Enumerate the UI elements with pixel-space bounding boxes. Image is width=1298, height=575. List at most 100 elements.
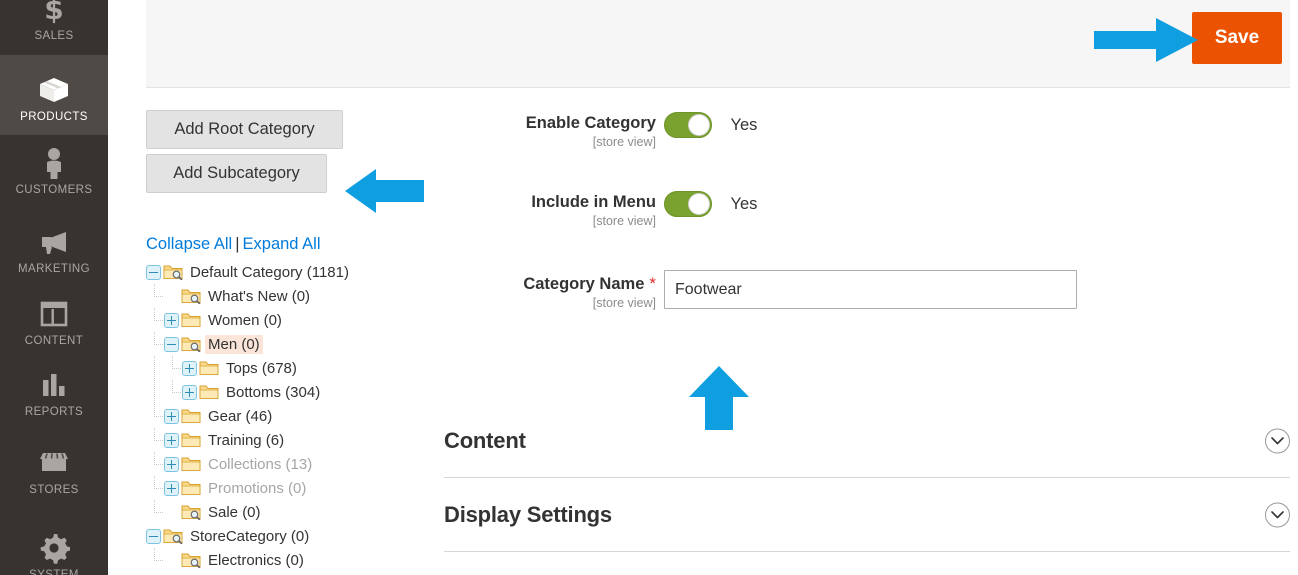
folder-icon [181,408,201,424]
tree-collapse-icon[interactable] [164,336,179,352]
field-label-wrap: Include in Menu [store view] [444,189,664,228]
sidebar-item-stores[interactable]: STORES [0,438,108,500]
folder-icon [181,456,201,472]
sidebar-item-customers[interactable]: CUSTOMERS [0,138,108,208]
folder-icon [199,384,219,400]
collapsible-sections: Content Display Settings Search Engine Opt… [444,404,1290,575]
gear-icon [38,531,70,565]
tree-node[interactable]: Sale (0) [146,500,446,524]
tree-node-label[interactable]: Training (6) [205,431,287,450]
sidebar-item-system[interactable]: SYSTEM [0,525,108,575]
tree-indent-guide [146,380,164,404]
field-control: Yes [664,189,1290,217]
tree-node[interactable]: Gear (46) [146,404,446,428]
section-header[interactable]: Search Engine Optimization [444,552,1290,575]
tree-node[interactable]: Collections (13) [146,452,446,476]
storefront-icon [38,446,70,480]
expand-all-link[interactable]: Expand All [243,235,321,253]
tree-expand-icon[interactable] [182,384,197,400]
tree-node-label[interactable]: Electronics (0) [205,551,307,570]
tree-node[interactable]: Women (0) [146,308,446,332]
section-header[interactable]: Display Settings [444,478,1290,552]
sidebar-item-products[interactable]: PRODUCTS [0,55,108,135]
tree-node-label[interactable]: Promotions (0) [205,479,309,498]
tree-collapse-icon[interactable] [146,264,161,280]
sidebar-item-content[interactable]: CONTENT [0,287,108,353]
tree-node[interactable]: Men (0) [146,332,446,356]
tree-indent-guide [146,356,164,380]
field-label-wrap: Enable Category [store view] [444,110,664,149]
sidebar-item-marketing[interactable]: MARKETING [0,215,108,281]
chevron-down-icon[interactable] [1265,502,1290,527]
tree-node[interactable]: StoreCategory (0) [146,524,446,548]
tree-indent-guide [146,476,164,500]
field-category-name: Category Name * [store view] [444,268,1290,310]
tree-node-label[interactable]: Gear (46) [205,407,275,426]
folder-icon [199,360,219,376]
field-label: Category Name [523,275,645,293]
tree-node-label[interactable]: Default Category (1181) [187,263,352,282]
tree-node[interactable]: Promotions (0) [146,476,446,500]
tree-node-label[interactable]: Collections (13) [205,455,315,474]
toggle-knob [688,114,710,136]
tree-indent-guide [146,308,164,332]
field-label: Include in Menu [531,193,656,211]
section-header[interactable]: Content [444,404,1290,478]
tree-indent-guide [146,404,164,428]
sidebar-item-label: CUSTOMERS [15,184,93,196]
sidebar-item-label: SALES [34,30,74,42]
add-root-category-button[interactable]: Add Root Category [146,110,343,149]
tree-expand-icon[interactable] [182,360,197,376]
field-scope: [store view] [592,296,656,310]
main-content: Save Add Root Category Add Subcategory C… [108,0,1298,575]
tree-expand-icon[interactable] [164,312,179,328]
person-icon [41,146,67,180]
tree-expand-icon[interactable] [164,456,179,472]
page-actions-bar: Save [146,0,1290,88]
tree-node[interactable]: Electronics (0) [146,548,446,572]
include-in-menu-toggle[interactable] [664,191,712,217]
tree-node[interactable]: Default Category (1181) [146,260,446,284]
enable-category-toggle[interactable] [664,112,712,138]
tree-expand-icon[interactable] [164,432,179,448]
tree-node[interactable]: What's New (0) [146,284,446,308]
chevron-down-icon[interactable] [1265,428,1290,453]
sidebar-item-label: CONTENT [24,335,84,347]
tree-node[interactable]: Bottoms (304) [146,380,446,404]
tree-toggle-spacer [164,289,181,304]
tree-expand-icon[interactable] [164,480,179,496]
tree-node-label[interactable]: Tops (678) [223,359,300,378]
tree-node-label[interactable]: Bottoms (304) [223,383,323,402]
tree-toggle-links: Collapse All | Expand All [146,235,446,254]
sidebar-item-reports[interactable]: REPORTS [0,360,108,422]
box-icon [37,73,71,107]
tree-node-label[interactable]: Men (0) [205,334,263,354]
folder-search-icon [163,264,183,280]
tree-toggle-spacer [164,553,181,568]
tree-indent-guide [146,284,164,308]
dollar-icon: $ [43,0,65,26]
section-title: Display Settings [444,501,612,527]
tree-expand-icon[interactable] [164,408,179,424]
save-button[interactable]: Save [1192,12,1282,64]
category-tree-panel: Add Root Category Add Subcategory Collap… [146,110,446,572]
tree-node-label[interactable]: Women (0) [205,311,285,330]
tree-node-label[interactable]: Sale (0) [205,503,264,522]
category-form: Enable Category [store view] Yes Include… [444,110,1290,310]
admin-sidebar: $ SALES PRODUCTS CUSTOMERS MARKETING CON… [0,0,108,575]
tree-node-label[interactable]: StoreCategory (0) [187,527,312,546]
tree-node-label[interactable]: What's New (0) [205,287,313,306]
tree-node[interactable]: Training (6) [146,428,446,452]
sidebar-item-label: STORES [29,484,79,496]
tree-collapse-icon[interactable] [146,528,161,544]
megaphone-icon [38,225,70,259]
category-name-input[interactable] [664,270,1077,309]
field-label-line: Category Name * [444,274,656,294]
add-subcategory-button[interactable]: Add Subcategory [146,154,327,193]
collapse-all-link[interactable]: Collapse All [146,235,232,253]
field-control: Yes [664,110,1290,138]
toggle-knob [688,193,710,215]
tree-node[interactable]: Tops (678) [146,356,446,380]
sidebar-item-label: SYSTEM [29,569,79,575]
sidebar-item-sales[interactable]: $ SALES [0,0,108,50]
